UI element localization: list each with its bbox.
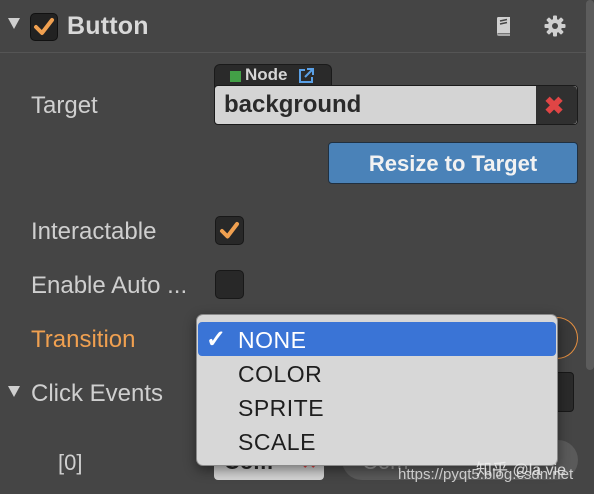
dropdown-option-label: SCALE (238, 429, 316, 455)
transition-label: Transition (31, 326, 136, 353)
dropdown-option-none[interactable]: ✓ NONE (198, 322, 556, 356)
target-label: Target (31, 92, 98, 119)
checkmark-icon (220, 222, 239, 239)
enable-auto-label: Enable Auto ... (31, 272, 188, 299)
dropdown-option-label: NONE (238, 327, 307, 353)
component-title: Button (67, 12, 149, 40)
interactable-label: Interactable (31, 218, 157, 245)
node-icon (230, 71, 241, 82)
event-row-index: [0] (58, 450, 83, 475)
checkmark-icon (34, 18, 54, 35)
click-events-label: Click Events (31, 380, 164, 407)
watermark-url: https://pyqt5.blog.csdn.net (398, 466, 574, 483)
clear-icon: ✖ (544, 93, 565, 120)
resize-to-target-label: Resize to Target (368, 151, 538, 176)
enable-auto-checkbox[interactable] (215, 270, 244, 299)
external-link-icon[interactable] (297, 67, 315, 85)
node-type-label: Node (245, 65, 288, 84)
dropdown-option-scale[interactable]: SCALE (198, 424, 556, 458)
checkmark-icon: ✓ (206, 326, 227, 353)
dropdown-option-label: SPRITE (238, 395, 325, 421)
collapse-triangle-icon[interactable] (8, 18, 20, 29)
click-events-collapse-icon[interactable] (8, 386, 20, 397)
scrollbar[interactable] (586, 0, 594, 370)
component-enabled-checkbox[interactable] (30, 13, 58, 41)
dropdown-option-label: COLOR (238, 361, 323, 387)
dropdown-option-color[interactable]: COLOR (198, 356, 556, 390)
interactable-checkbox[interactable] (215, 216, 244, 245)
dropdown-option-sprite[interactable]: SPRITE (198, 390, 556, 424)
header-divider (0, 52, 594, 53)
gear-icon[interactable] (543, 14, 567, 38)
target-value: background (224, 91, 362, 118)
book-icon[interactable] (492, 14, 516, 38)
